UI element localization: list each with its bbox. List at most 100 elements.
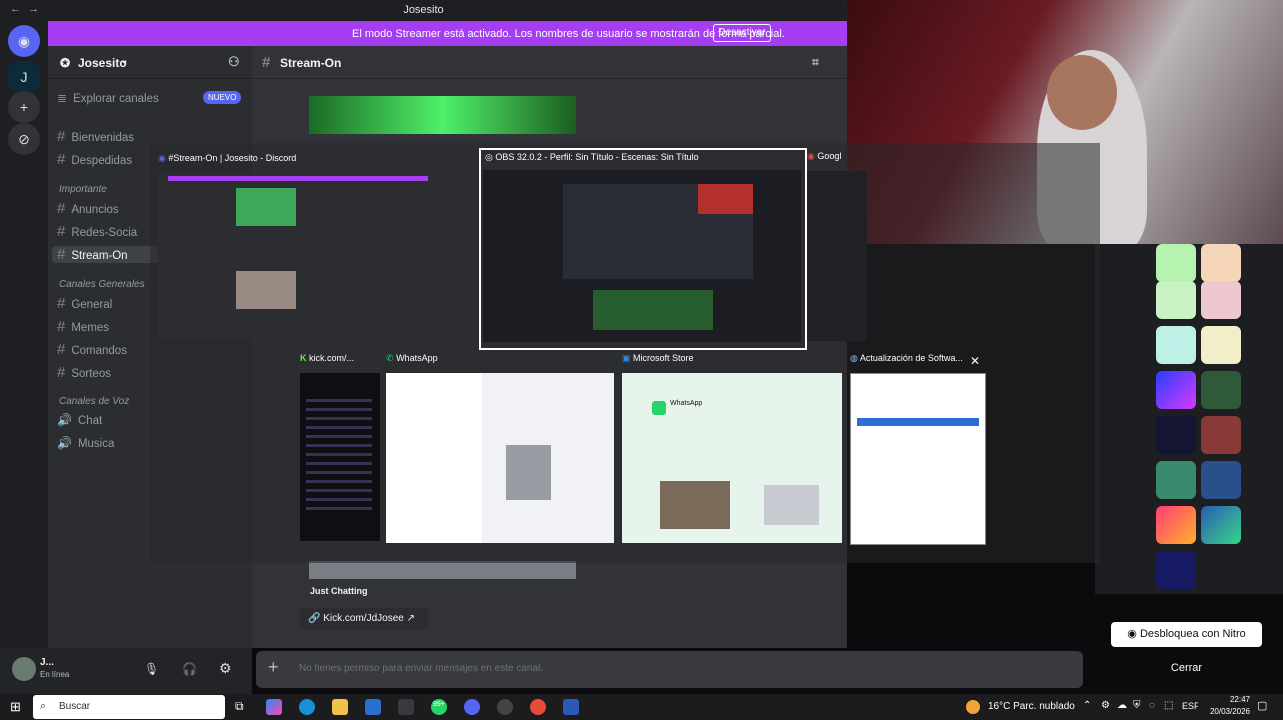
- stream-thumbnail[interactable]: [309, 561, 576, 579]
- taskbar-search[interactable]: ⌕ Buscar: [33, 695, 225, 719]
- discord-home-icon[interactable]: ◉: [8, 25, 40, 57]
- app-tray-icon[interactable]: ◌: [1149, 700, 1155, 711]
- color-swatch[interactable]: [1201, 326, 1241, 364]
- chrome-icon: ◉: [807, 151, 815, 161]
- external-link-icon: ↗: [406, 613, 415, 624]
- copilot-icon[interactable]: [266, 699, 282, 715]
- weather-text[interactable]: 16°C Parc. nublado: [988, 701, 1075, 712]
- windows-start-icon[interactable]: ⊞: [10, 699, 21, 715]
- window-title: Microsoft Store: [633, 353, 694, 363]
- window-thumbnail: [158, 173, 470, 338]
- color-swatch[interactable]: [1156, 244, 1196, 282]
- channel-sorteos[interactable]: # Sorteos: [57, 364, 111, 381]
- nitro-unlock-button[interactable]: ◉ Desbloquea con Nitro: [1111, 622, 1262, 647]
- disable-streamer-button[interactable]: Desactivar: [713, 24, 771, 42]
- stream-preview-image[interactable]: [309, 96, 576, 134]
- color-swatch[interactable]: [1201, 244, 1241, 282]
- hash-icon: #: [57, 318, 66, 335]
- search-placeholder: Buscar: [59, 701, 91, 712]
- threads-icon[interactable]: ⌗: [812, 55, 819, 70]
- window-discord[interactable]: ◉ #Stream-On | Josesito - Discord: [158, 153, 476, 343]
- channel-redes-sociales[interactable]: # Redes-Socia: [57, 223, 137, 240]
- task-switcher: ◉ #Stream-On | Josesito - Discord ◎ OBS …: [150, 143, 1100, 563]
- window-title: Googl: [817, 151, 842, 161]
- color-swatch[interactable]: [1201, 461, 1241, 499]
- channel-despedidas[interactable]: # Despedidas: [57, 151, 132, 168]
- category-voice[interactable]: Canales de Voz: [59, 396, 129, 407]
- server-rail: ◉ J + ⊘: [0, 21, 48, 694]
- message-composer[interactable]: + No tienes permiso para enviar mensajes…: [256, 651, 1083, 688]
- explore-channels[interactable]: ≣ Explorar canales NUEVO: [57, 91, 242, 105]
- color-swatch[interactable]: [1201, 281, 1241, 319]
- channel-anuncios[interactable]: # Anuncios: [57, 200, 119, 217]
- hash-icon: #: [57, 151, 66, 168]
- ime-tray-icon[interactable]: ⬚: [1164, 700, 1173, 711]
- color-swatch[interactable]: [1201, 371, 1241, 409]
- explore-icon[interactable]: ⊘: [8, 123, 40, 155]
- add-server-icon[interactable]: +: [8, 91, 40, 123]
- color-swatch[interactable]: [1156, 506, 1196, 544]
- obs-taskbar-icon[interactable]: [497, 699, 513, 715]
- category-important[interactable]: Importante: [59, 184, 107, 195]
- close-icon[interactable]: ✕: [970, 354, 980, 368]
- hash-icon: #: [57, 246, 66, 263]
- security-tray-icon[interactable]: ⛨: [1133, 700, 1141, 711]
- title-bar: ← → Josesito: [0, 0, 847, 21]
- new-badge: NUEVO: [203, 91, 242, 104]
- hash-icon: #: [57, 223, 66, 240]
- server-icon: ✪: [60, 56, 71, 70]
- window-google[interactable]: ◉ Googl: [807, 151, 867, 346]
- color-swatch[interactable]: [1156, 371, 1196, 409]
- search-icon: ⌕: [40, 700, 47, 712]
- channel-memes[interactable]: # Memes: [57, 318, 109, 335]
- clock[interactable]: 22:47 20/03/2026: [1198, 694, 1250, 718]
- voice-channel-chat[interactable]: 🔊 Chat: [57, 413, 102, 427]
- channel-comandos[interactable]: # Comandos: [57, 341, 127, 358]
- tray-icon[interactable]: ⚙: [1101, 700, 1110, 711]
- channel-general[interactable]: # General: [57, 295, 112, 312]
- mail-icon[interactable]: [398, 699, 414, 715]
- chrome-taskbar-icon[interactable]: [530, 699, 546, 715]
- network-tray-icon[interactable]: ☁: [1117, 700, 1127, 711]
- edge-icon[interactable]: [299, 699, 315, 715]
- store-app-title: WhatsApp: [670, 400, 703, 407]
- gear-icon[interactable]: ⚙: [219, 660, 232, 677]
- window-microsoft-store[interactable]: ▣ Microsoft Store WhatsApp: [622, 353, 844, 543]
- app-taskbar-icon[interactable]: [563, 699, 579, 715]
- date: 20/03/2026: [1209, 707, 1250, 716]
- avatar[interactable]: [12, 657, 36, 681]
- color-swatch[interactable]: [1156, 416, 1196, 454]
- window-apple-software-update[interactable]: ◍ Actualización de Softwa... ✕: [850, 353, 986, 545]
- window-thumbnail: WhatsApp: [622, 373, 842, 543]
- chevron-up-icon[interactable]: ⌃: [1083, 700, 1091, 711]
- hash-icon: #: [57, 128, 66, 145]
- headphones-icon[interactable]: 🎧: [182, 662, 197, 676]
- window-kick[interactable]: K kick.com/...: [300, 353, 380, 543]
- category-general[interactable]: Canales Generales: [59, 279, 145, 290]
- microphone-icon[interactable]: 🎙: [144, 662, 159, 676]
- color-swatch[interactable]: [1156, 281, 1196, 319]
- kick-link-button[interactable]: 🔗 Kick.com/JdJosee ↗: [300, 608, 428, 630]
- color-swatch[interactable]: [1156, 551, 1196, 589]
- color-swatch[interactable]: [1201, 506, 1241, 544]
- window-obs[interactable]: ◎ OBS 32.0.2 - Perfil: Sin Título - Esce…: [479, 148, 807, 350]
- color-swatch[interactable]: [1156, 326, 1196, 364]
- color-swatch[interactable]: [1201, 416, 1241, 454]
- server-header[interactable]: ✪ Josesito ⌄ ⚇: [48, 46, 252, 79]
- file-explorer-icon[interactable]: [332, 699, 348, 715]
- task-view-icon[interactable]: ⧉: [235, 699, 244, 714]
- add-member-icon[interactable]: ⚇: [228, 54, 240, 70]
- close-button[interactable]: Cerrar: [1111, 656, 1262, 681]
- user-name: J...: [40, 657, 54, 668]
- discord-taskbar-icon[interactable]: [464, 699, 480, 715]
- channel-bienvenidas[interactable]: # Bienvenidas: [57, 128, 134, 145]
- notifications-icon[interactable]: ▢: [1257, 699, 1267, 712]
- window-title: kick.com/...: [309, 353, 355, 363]
- store-icon[interactable]: [365, 699, 381, 715]
- voice-channel-musica[interactable]: 🔊 Musica: [57, 436, 114, 450]
- window-whatsapp[interactable]: ✆ WhatsApp: [386, 353, 614, 543]
- embed-title: Just Chatting: [310, 586, 368, 596]
- add-attachment-icon[interactable]: +: [268, 657, 279, 678]
- color-swatch[interactable]: [1156, 461, 1196, 499]
- server-josesito-icon[interactable]: J: [8, 61, 40, 93]
